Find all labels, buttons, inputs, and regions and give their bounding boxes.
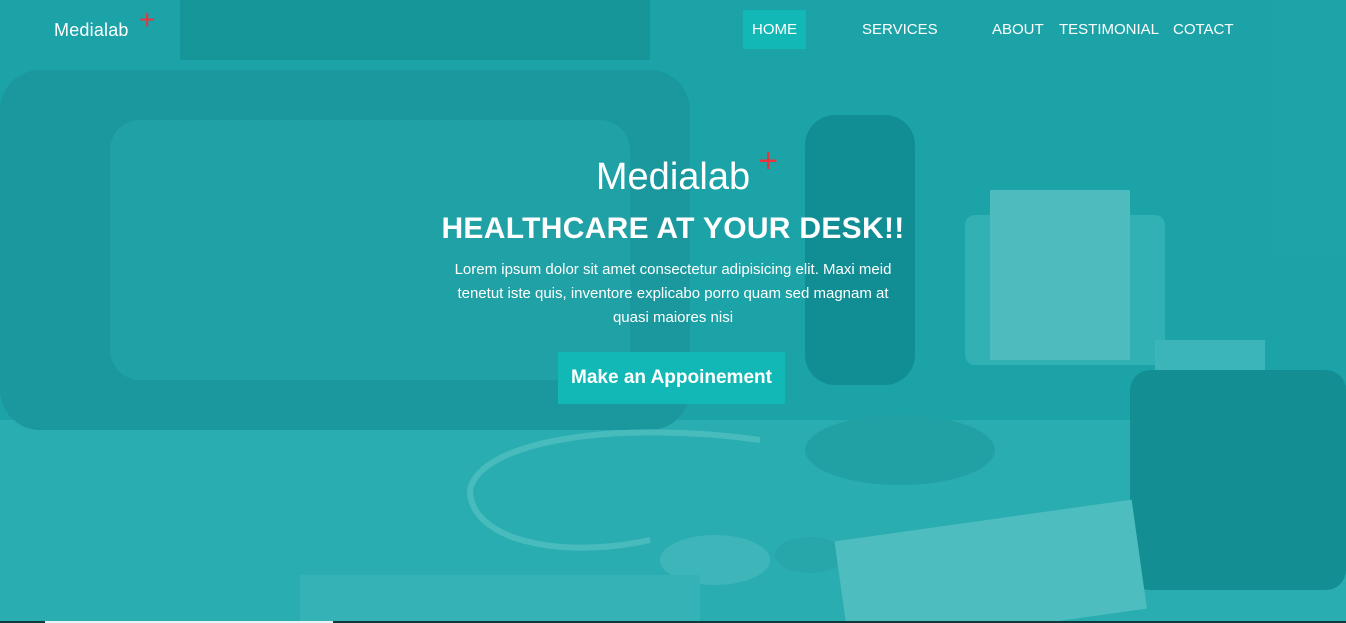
hero-plus-icon: +: [758, 142, 779, 180]
hero-brand: Medialab +: [0, 144, 1346, 199]
brand-logo-link[interactable]: Medialab +: [54, 6, 155, 41]
brand-name: Medialab: [54, 20, 129, 40]
page: Medialab + HOME SERVICES ABOUT TESTIMONI…: [0, 0, 1346, 623]
nav-item-services[interactable]: SERVICES: [862, 10, 938, 49]
make-appointment-button[interactable]: Make an Appoinement: [558, 352, 785, 404]
nav-item-home[interactable]: HOME: [743, 10, 806, 49]
hero-brand-name: Medialab: [595, 156, 751, 198]
nav-item-testimonial[interactable]: TESTIMONIAL: [1059, 10, 1159, 49]
nav-item-about[interactable]: ABOUT: [992, 10, 1044, 49]
hero-description: Lorem ipsum dolor sit amet consectetur a…: [454, 261, 892, 326]
hero-headline: HEALTHCARE AT YOUR DESK!!: [441, 212, 905, 245]
nav-item-contact[interactable]: COTACT: [1173, 10, 1234, 49]
brand-plus-icon: +: [139, 4, 156, 35]
navbar: Medialab + HOME SERVICES ABOUT TESTIMONI…: [0, 0, 1346, 62]
